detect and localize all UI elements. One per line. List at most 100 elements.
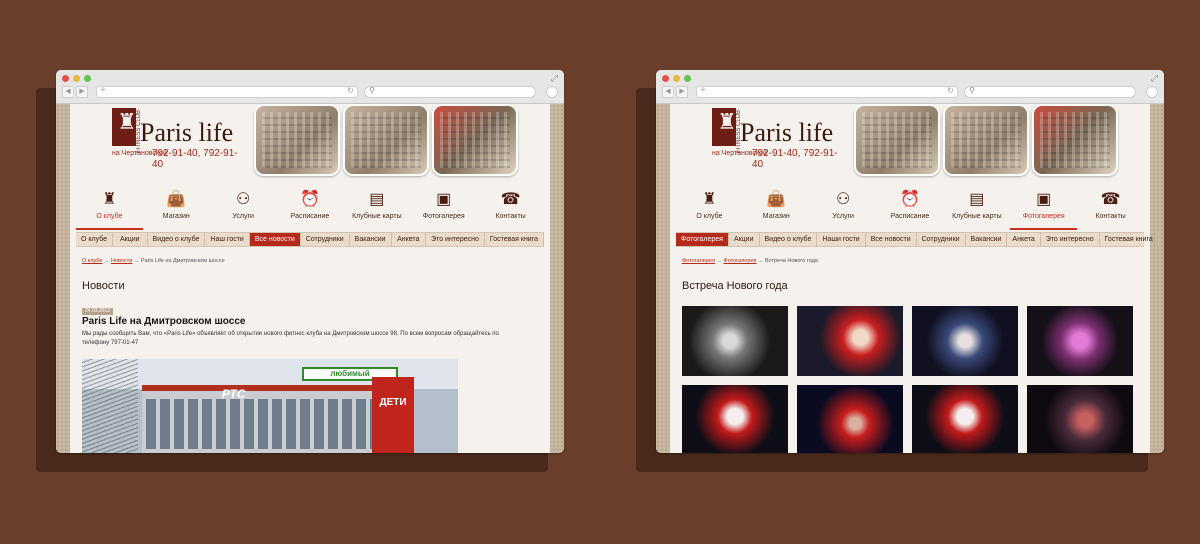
zoom-dot[interactable] <box>84 75 91 82</box>
shopping-bag-icon: 👜 <box>766 191 787 208</box>
address-bar[interactable]: + ↻ <box>96 85 358 98</box>
gallery-thumbnail[interactable] <box>1027 306 1133 376</box>
subnav-item[interactable]: Сотрудники <box>301 233 350 246</box>
nav-label: Расписание <box>890 213 930 220</box>
gallery-thumbnail[interactable] <box>682 306 788 376</box>
search-input[interactable]: ⚲ <box>964 86 1136 98</box>
breadcrumb-link[interactable]: Фотогалерея <box>682 258 715 264</box>
alarm-clock-icon: ⏰ <box>300 191 320 208</box>
dumbbell-icon: ⚇ <box>235 191 251 208</box>
nav-label: Магазин <box>762 213 790 220</box>
telephone-icon: ☎ <box>500 191 521 208</box>
subnav-item[interactable]: Вакансии <box>350 233 392 246</box>
nav-item-contacts[interactable]: ☎ Контакты <box>477 188 544 230</box>
gallery-thumbnail[interactable] <box>1027 385 1133 453</box>
subnav-item[interactable]: Анкета <box>1007 233 1041 246</box>
nav-item-about[interactable]: ♜ О клубе <box>676 188 743 230</box>
plus-icon[interactable]: + <box>700 85 706 96</box>
gallery-thumbnail[interactable] <box>912 306 1018 376</box>
plus-icon[interactable]: + <box>100 85 106 96</box>
deti-sign: ДЕТИ <box>372 377 414 453</box>
picture-frame-icon: ▣ <box>436 191 452 208</box>
cards-icon: ▤ <box>969 191 985 208</box>
close-dot[interactable] <box>62 75 69 82</box>
extension-button[interactable] <box>546 86 558 98</box>
nav-item-about[interactable]: ♜ О клубе <box>76 188 143 230</box>
subnav-item[interactable]: Наши гости <box>817 233 866 246</box>
breadcrumb-current: Встреча Нового года <box>765 258 818 264</box>
subnav-item[interactable]: Гостевая книга <box>485 233 545 246</box>
subnav-item[interactable]: Вакансии <box>966 233 1008 246</box>
site-logo[interactable]: ♜ FITNESS CLUB Paris life на Чертановско… <box>112 108 242 170</box>
nav-item-shop[interactable]: 👜 Магазин <box>743 188 810 230</box>
nav-item-schedule[interactable]: ⏰ Расписание <box>877 188 944 230</box>
news-date: 24.03.2012 <box>82 308 114 315</box>
back-icon[interactable]: ◀ <box>662 86 674 98</box>
nav-label: Услуги <box>832 213 854 220</box>
nav-label: Клубные карты <box>352 213 402 220</box>
article-title[interactable]: Paris Life на Дмитровском шоссе <box>82 316 245 327</box>
breadcrumb-current: Paris Life на Дмитровском шоссе <box>140 258 225 264</box>
nav-item-shop[interactable]: 👜 Магазин <box>143 188 210 230</box>
nav-item-schedule[interactable]: ⏰ Расписание <box>277 188 344 230</box>
main-nav: ♜ О клубе 👜 Магазин ⚇ Услуги ⏰ Расписание ▤ К… <box>76 188 544 230</box>
subnav-item[interactable]: Наш гости <box>205 233 250 246</box>
reload-icon[interactable]: ↻ <box>347 86 354 95</box>
gallery-thumbnail[interactable] <box>682 385 788 453</box>
cards-icon: ▤ <box>369 191 385 208</box>
close-dot[interactable] <box>662 75 669 82</box>
extension-button[interactable] <box>1146 86 1158 98</box>
subnav-item[interactable]: Это интересно <box>426 233 485 246</box>
site-page: ♜ FITNESS CLUB Paris life на Чертановско… <box>70 104 550 453</box>
reload-icon[interactable]: ↻ <box>947 86 954 95</box>
minimize-dot[interactable] <box>673 75 680 82</box>
eiffel-tower-icon: ♜ <box>117 110 137 135</box>
gallery-thumbnail[interactable] <box>912 385 1018 453</box>
subnav-item[interactable]: Это интересно <box>1041 233 1100 246</box>
subnav-item[interactable]: Видео о клубе <box>760 233 818 246</box>
nav-item-contacts[interactable]: ☎ Контакты <box>1077 188 1144 230</box>
zoom-dot[interactable] <box>684 75 691 82</box>
subnav-item[interactable]: Гостевая книга <box>1100 233 1159 246</box>
minimize-dot[interactable] <box>73 75 80 82</box>
subnav-item[interactable]: Акции <box>729 233 760 246</box>
search-input[interactable]: ⚲ <box>364 86 536 98</box>
gallery-thumbnail[interactable] <box>797 385 903 453</box>
subnav-item[interactable]: Сотрудники <box>917 233 966 246</box>
subnav-item[interactable]: Видео о клубе <box>148 233 206 246</box>
gallery-thumbnail[interactable] <box>797 306 903 376</box>
nav-item-cards[interactable]: ▤ Клубные карты <box>943 188 1010 230</box>
forward-icon[interactable]: ▶ <box>76 86 88 98</box>
dumbbell-icon: ⚇ <box>835 191 851 208</box>
breadcrumb: Фотогалерея → Фотогалерея → Встреча Ново… <box>682 258 818 264</box>
back-icon[interactable]: ◀ <box>62 86 74 98</box>
fullscreen-icon[interactable]: ⤢ <box>551 73 558 84</box>
breadcrumb-link[interactable]: Новости <box>111 258 132 264</box>
site-logo[interactable]: ♜ FITNESS CLUB Paris life на Чертановско… <box>712 108 842 170</box>
nav-item-services[interactable]: ⚇ Услуги <box>810 188 877 230</box>
nav-item-cards[interactable]: ▤ Клубные карты <box>343 188 410 230</box>
subnav-item[interactable]: Все новости <box>866 233 917 246</box>
alarm-clock-icon: ⏰ <box>900 191 920 208</box>
header-photos <box>850 104 1122 176</box>
breadcrumb-link[interactable]: Фотогалерея <box>724 258 757 264</box>
browser-chrome: ⤢ ◀ ▶ + ↻ ⚲ <box>56 70 564 104</box>
nav-item-gallery[interactable]: ▣ Фотогалерея <box>410 188 477 230</box>
address-bar[interactable]: + ↻ <box>696 85 958 98</box>
subnav-item[interactable]: Акции <box>113 233 148 246</box>
shopping-bag-icon: 👜 <box>166 191 187 208</box>
fullscreen-icon[interactable]: ⤢ <box>1151 73 1158 84</box>
subnav-item[interactable]: О клубе <box>76 233 114 246</box>
nav-item-services[interactable]: ⚇ Услуги <box>210 188 277 230</box>
breadcrumb-link[interactable]: О клубе <box>82 258 102 264</box>
subnav-item[interactable]: Анкета <box>392 233 427 246</box>
nav-label: Расписание <box>290 213 330 220</box>
page-title: Встреча Нового года <box>682 280 788 292</box>
subnav-item-active[interactable]: Фотогалерея <box>676 233 729 246</box>
logo-name: Paris life <box>140 118 234 147</box>
header-photo <box>254 104 340 176</box>
picture-frame-icon: ▣ <box>1036 191 1052 208</box>
forward-icon[interactable]: ▶ <box>676 86 688 98</box>
subnav-item-active[interactable]: Все новости <box>249 233 301 246</box>
nav-item-gallery[interactable]: ▣ Фотогалерея <box>1010 188 1078 230</box>
